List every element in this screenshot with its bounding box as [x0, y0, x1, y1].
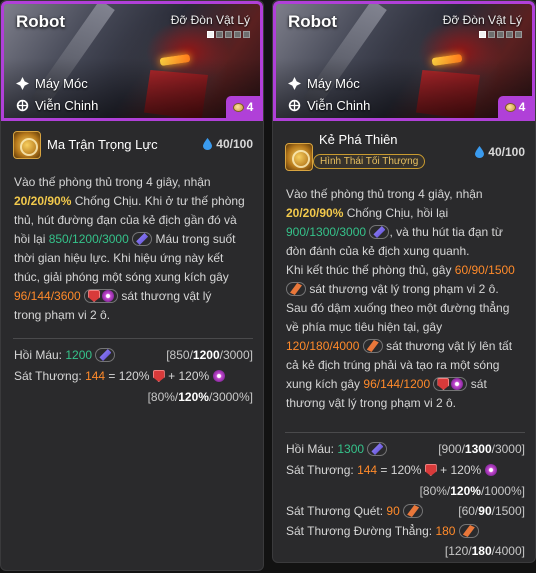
- cost-value: 4: [518, 100, 526, 114]
- divider: [13, 338, 253, 339]
- star-3: [225, 31, 232, 38]
- magic-resist-icon: [451, 378, 464, 390]
- ability-description: Vào thế phòng thủ trong 4 giây, nhận 20/…: [14, 173, 253, 325]
- champion-role: Đỡ Đòn Vật Lý: [170, 13, 250, 27]
- trait-expedition[interactable]: Viễn Chinh: [288, 98, 370, 113]
- armor-icon: [437, 378, 450, 390]
- cost-badge: 4: [226, 96, 260, 118]
- magic-resist-icon: [212, 370, 225, 382]
- cost-badge: 4: [498, 96, 532, 118]
- desc-line: 96/144/3600 sát thương vật lý: [14, 289, 212, 303]
- desc-line: Khi kết thúc thế phòng thủ, gây 60/90/15…: [286, 263, 515, 277]
- magic-resist-icon: [484, 464, 497, 476]
- scaling-pill: [362, 339, 383, 353]
- mech-icon: [16, 77, 29, 90]
- desc-line: cả kẻ địch trúng phải và tạo ra một sóng: [286, 358, 500, 372]
- desc-line: Vào thế phòng thủ trong 4 giây, nhận: [14, 175, 211, 189]
- ability-name: Ma Trận Trọng Lực: [47, 137, 158, 152]
- desc-line: 20/20/90% Chống Chịu. Khi ở tư thế phòng: [14, 194, 245, 208]
- desc-line: thời gian hiệu lực. Khi hiệu ứng này kết: [14, 251, 224, 265]
- champion-card-robot-2[interactable]: Robot Đỡ Đòn Vật Lý Máy Móc Viễn Chinh 4…: [272, 0, 536, 563]
- expedition-icon: [288, 99, 301, 112]
- expedition-icon: [16, 99, 29, 112]
- scaling-pill: [433, 377, 468, 391]
- champion-name: Robot: [288, 12, 338, 31]
- champion-card-robot-1[interactable]: Robot Đỡ Đòn Vật Lý Máy Móc Viễn Chinh 4…: [0, 0, 264, 571]
- champion-splash: Robot Đỡ Đòn Vật Lý Máy Móc Viễn Chinh 4: [1, 1, 263, 121]
- cost-value: 4: [246, 100, 254, 114]
- ultimate-form-badge: Hình Thái Tối Thượng: [313, 154, 426, 169]
- ability-header: Kẻ Phá Thiên Hình Thái Tối Thượng 40/100: [273, 121, 535, 181]
- scaling-pill: [132, 232, 153, 246]
- attack-damage-icon: [462, 525, 475, 537]
- desc-line: xung kích gây 96/144/1200 sát: [286, 377, 487, 391]
- desc-line: thủ, hút đường đạn của kẻ địch gần đó và: [14, 213, 237, 227]
- trait-label: Viễn Chinh: [307, 98, 371, 113]
- mana-value: 40/100: [488, 145, 525, 159]
- champion-role: Đỡ Đòn Vật Lý: [442, 13, 522, 27]
- desc-line: Vào thế phòng thủ trong 4 giây, nhận: [286, 187, 483, 201]
- trait-label: Viễn Chinh: [35, 98, 99, 113]
- ability-power-icon: [373, 226, 386, 238]
- star-4: [506, 31, 513, 38]
- desc-line: thúc, giải phóng một sóng xung kích gây: [14, 270, 229, 284]
- star-2: [488, 31, 495, 38]
- mana-value: 40/100: [216, 137, 253, 151]
- champion-splash: Robot Đỡ Đòn Vật Lý Máy Móc Viễn Chinh 4: [273, 1, 535, 121]
- ability-power-icon: [99, 349, 112, 361]
- mech-icon: [288, 77, 301, 90]
- desc-line: 120/180/4000 sát thương vật lý lên tất: [286, 339, 513, 353]
- desc-line: đòn đánh của kẻ địch xung quanh.: [286, 244, 470, 258]
- trait-mech[interactable]: Máy Móc: [16, 76, 88, 91]
- star-1: [479, 31, 486, 38]
- ability-power-icon: [136, 233, 149, 245]
- trait-label: Máy Móc: [307, 76, 360, 91]
- star-5: [515, 31, 522, 38]
- trait-expedition[interactable]: Viễn Chinh: [16, 98, 98, 113]
- ability-header: Ma Trận Trọng Lực 40/100: [1, 121, 263, 173]
- desc-line: trong phạm vi 2 ô.: [14, 308, 111, 322]
- attack-damage-icon: [407, 505, 420, 517]
- scaling-pill: [286, 282, 306, 296]
- desc-line: Sau đó dậm xuống theo một đường thẳng: [286, 301, 510, 315]
- star-2: [216, 31, 223, 38]
- ability-name: Kẻ Phá Thiên: [319, 132, 398, 147]
- star-1: [207, 31, 214, 38]
- trait-label: Máy Móc: [35, 76, 88, 91]
- coin-icon: [504, 102, 516, 112]
- ability-icon[interactable]: [13, 131, 41, 159]
- ability-icon[interactable]: [285, 143, 313, 171]
- champion-name: Robot: [16, 12, 66, 31]
- mana-drop-icon: [203, 138, 213, 150]
- star-rating: [479, 31, 522, 38]
- scaling-pill: [84, 289, 119, 303]
- attack-damage-icon: [290, 283, 302, 295]
- star-3: [497, 31, 504, 38]
- armor-icon: [88, 290, 101, 302]
- armor-icon: [424, 464, 437, 476]
- mana-drop-icon: [475, 146, 485, 158]
- desc-line: sát thương vật lý trong phạm vi 2 ô.: [286, 280, 525, 299]
- desc-line: về phía mục tiêu hiện tại, gây: [286, 320, 443, 334]
- star-5: [243, 31, 250, 38]
- mana-cost: 40/100: [203, 137, 253, 151]
- divider: [285, 432, 525, 433]
- attack-damage-icon: [366, 340, 379, 352]
- scaling-pill: [369, 225, 390, 239]
- magic-resist-icon: [102, 290, 115, 302]
- desc-line: thương vật lý trong phạm vi 2 ô.: [286, 396, 456, 410]
- trait-mech[interactable]: Máy Móc: [288, 76, 360, 91]
- mana-cost: 40/100: [475, 145, 525, 159]
- desc-line: 900/1300/3000 , và thu hút tia đạn từ: [286, 225, 503, 239]
- desc-line: hồi lại 850/1200/3000 Máu trong suốt: [14, 232, 236, 246]
- desc-line: 20/20/90% Chống Chịu, hồi lại: [286, 206, 449, 220]
- armor-icon: [152, 370, 165, 382]
- star-4: [234, 31, 241, 38]
- coin-icon: [232, 102, 244, 112]
- ability-power-icon: [371, 443, 384, 455]
- ability-description: Vào thế phòng thủ trong 4 giây, nhận 20/…: [286, 185, 525, 413]
- star-rating: [207, 31, 250, 38]
